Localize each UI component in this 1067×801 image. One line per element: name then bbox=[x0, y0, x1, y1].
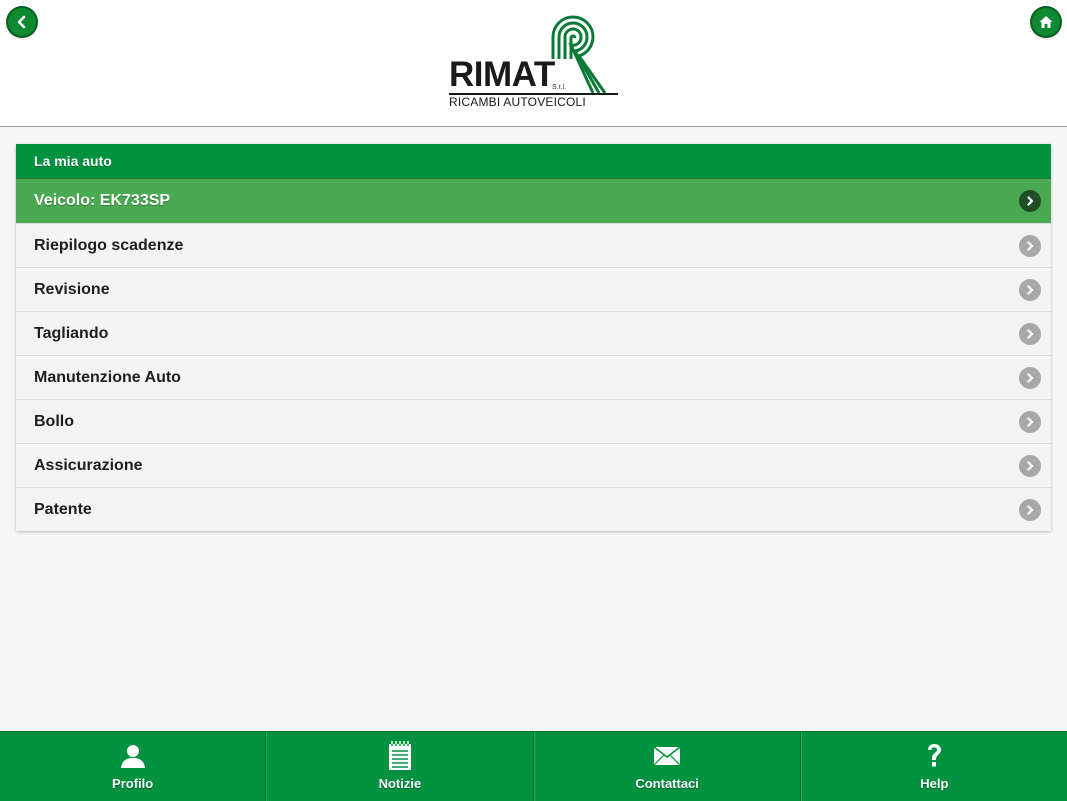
list-item-revisione[interactable]: Revisione bbox=[16, 267, 1051, 311]
list-item-label: Assicurazione bbox=[34, 456, 143, 474]
list-item-label: Bollo bbox=[34, 412, 74, 430]
list-item-label: Veicolo: EK733SP bbox=[34, 192, 171, 209]
chevron-right-icon bbox=[1019, 498, 1041, 521]
tab-label: Profilo bbox=[112, 776, 154, 791]
list-item-label: Tagliando bbox=[34, 324, 109, 342]
chevron-right-icon bbox=[1019, 234, 1041, 257]
chevron-left-icon bbox=[17, 15, 26, 29]
chevron-right-icon bbox=[1019, 278, 1041, 301]
rimat-logo-mark-icon bbox=[551, 15, 607, 94]
tab-profile[interactable]: Profilo bbox=[0, 732, 267, 801]
logo-tagline: RICAMBI AUTOVEICOLI bbox=[449, 95, 586, 109]
chevron-right-icon bbox=[1019, 454, 1041, 477]
list-item-vehicle[interactable]: Veicolo: EK733SP bbox=[16, 178, 1051, 223]
list-item-summary[interactable]: Riepilogo scadenze bbox=[16, 223, 1051, 267]
home-icon bbox=[1039, 16, 1053, 28]
tab-help[interactable]: Help bbox=[800, 732, 1067, 801]
tab-news[interactable]: Notizie bbox=[266, 732, 534, 801]
tab-contact[interactable]: Contattaci bbox=[533, 732, 801, 801]
back-button[interactable] bbox=[8, 8, 36, 36]
question-icon bbox=[928, 744, 942, 767]
chevron-right-icon bbox=[1019, 190, 1041, 212]
logo-name: RIMAT bbox=[449, 55, 555, 94]
user-icon bbox=[120, 745, 145, 768]
list-item-tagliando[interactable]: Tagliando bbox=[16, 311, 1051, 355]
panel-title: La mia auto bbox=[16, 144, 1051, 178]
home-button[interactable] bbox=[1032, 8, 1060, 36]
list-item-label: Revisione bbox=[34, 280, 110, 298]
logo-suffix: S.r.l. bbox=[552, 84, 567, 91]
list-item-label: Manutenzione Auto bbox=[34, 368, 181, 386]
my-car-panel: La mia auto Veicolo: EK733SP Riepilogo s… bbox=[16, 144, 1051, 531]
list-item-license[interactable]: Patente bbox=[16, 487, 1051, 531]
list-item-insurance[interactable]: Assicurazione bbox=[16, 443, 1051, 487]
chevron-right-icon bbox=[1019, 366, 1041, 389]
tab-label: Contattaci bbox=[635, 776, 699, 791]
chevron-right-icon bbox=[1019, 322, 1041, 345]
chevron-right-icon bbox=[1019, 410, 1041, 433]
list-item-bollo[interactable]: Bollo bbox=[16, 399, 1051, 443]
envelope-icon bbox=[653, 746, 681, 766]
notepad-icon bbox=[388, 741, 411, 770]
tab-label: Notizie bbox=[378, 776, 422, 791]
app-header: RIMAT S.r.l. RICAMBI AUTOVEICOLI bbox=[0, 0, 1067, 127]
list-item-label: Riepilogo scadenze bbox=[34, 236, 184, 254]
bottom-tab-bar: Profilo Notizie Contattaci Help bbox=[0, 731, 1067, 801]
list-item-label: Patente bbox=[34, 500, 92, 518]
tab-label: Help bbox=[920, 776, 949, 791]
list-item-maintenance[interactable]: Manutenzione Auto bbox=[16, 355, 1051, 399]
rimat-logo: RIMAT S.r.l. RICAMBI AUTOVEICOLI bbox=[449, 15, 619, 111]
